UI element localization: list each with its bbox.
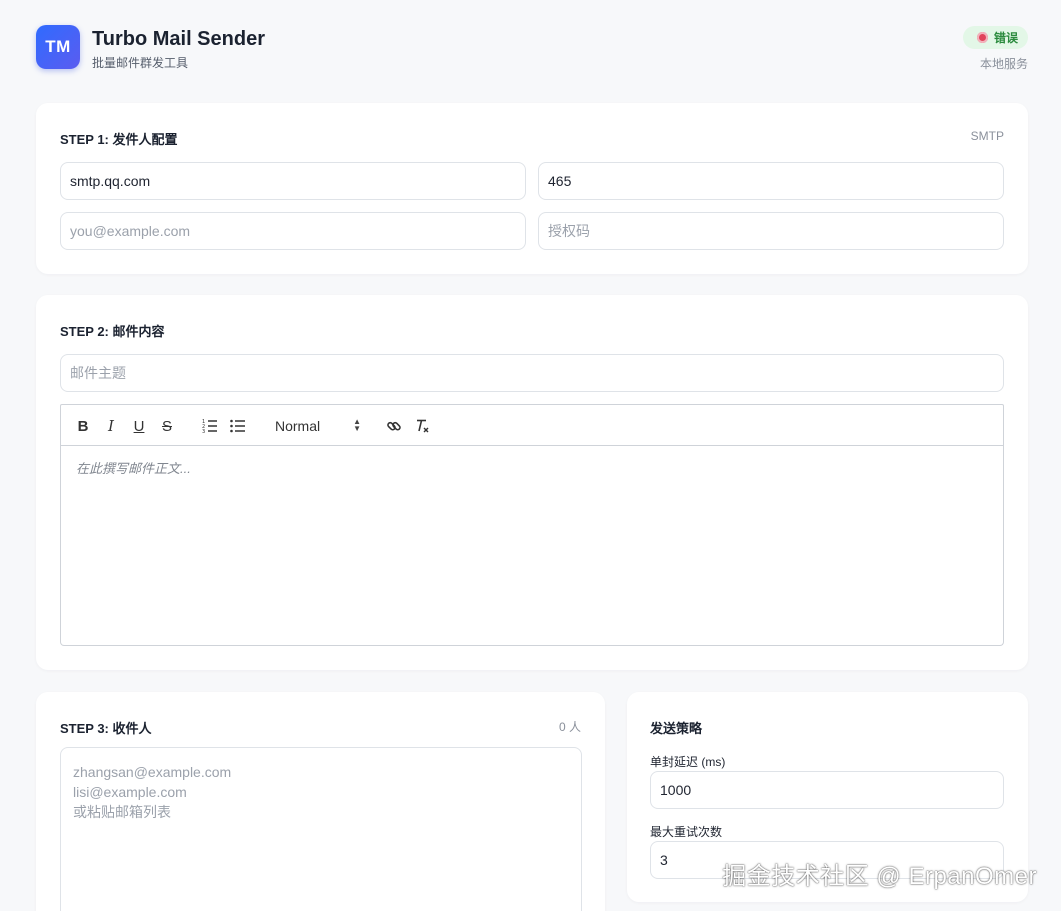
- recipient-count: 0 人: [558, 720, 581, 734]
- mail-content-card: STEP 2: 邮件内容 B I U S 1 2 3: [36, 295, 1028, 670]
- status-dot-icon: [976, 32, 988, 43]
- recipients-card: STEP 3: 收件人 0 人 zhangsan@example.com lis…: [36, 692, 605, 911]
- recipients-placeholder-line: 或粘贴邮箱列表: [73, 804, 171, 820]
- recipients-placeholder-line: lisi@example.com: [73, 784, 187, 800]
- select-arrows-icon: ▲ ▼: [353, 417, 361, 433]
- step1-meta: SMTP: [970, 129, 1004, 143]
- format-select[interactable]: Normal ▲ ▼: [275, 415, 361, 437]
- app-logo: TM: [36, 25, 80, 69]
- editor-toolbar: B I U S 1 2 3 Normal ▲ ▼: [60, 404, 1004, 446]
- status-label: 错误: [993, 31, 1018, 45]
- smtp-host-input[interactable]: [60, 162, 526, 200]
- strategy-title: 发送策略: [650, 721, 703, 736]
- format-select-value: Normal: [275, 418, 321, 434]
- recipients-placeholder-line: zhangsan@example.com: [73, 764, 232, 780]
- sender-config-card: STEP 1: 发件人配置 SMTP: [36, 103, 1028, 274]
- bullet-list-button[interactable]: [227, 415, 249, 437]
- app-subtitle: 批量邮件群发工具: [92, 56, 189, 70]
- status-badge: 错误: [962, 26, 1028, 49]
- bullet-list-icon: [230, 419, 245, 433]
- underline-button[interactable]: U: [128, 415, 150, 437]
- strikethrough-button[interactable]: S: [156, 415, 178, 437]
- service-label: 本地服务: [979, 57, 1028, 71]
- app-title: Turbo Mail Sender: [92, 28, 265, 50]
- bold-button[interactable]: B: [72, 415, 94, 437]
- subject-input[interactable]: [60, 354, 1004, 392]
- italic-button[interactable]: I: [100, 415, 122, 437]
- auth-code-input[interactable]: [538, 212, 1004, 250]
- step2-title: STEP 2: 邮件内容: [60, 324, 165, 339]
- clear-format-icon: [417, 419, 429, 433]
- mail-body-editor[interactable]: 在此撰写邮件正文...: [60, 446, 1004, 646]
- ordered-list-button[interactable]: 1 2 3: [199, 415, 221, 437]
- ordered-list-icon: 1 2 3: [202, 419, 217, 433]
- recipients-textarea[interactable]: zhangsan@example.com lisi@example.com 或粘…: [60, 747, 582, 911]
- retry-label: 最大重试次数: [650, 825, 723, 839]
- link-button[interactable]: [383, 415, 405, 437]
- app-header: TM Turbo Mail Sender 批量邮件群发工具 错误 本地服务: [36, 25, 1028, 85]
- svg-text:3: 3: [202, 429, 205, 433]
- editor-placeholder: 在此撰写邮件正文...: [76, 461, 191, 476]
- delay-input[interactable]: [650, 771, 1004, 809]
- step1-title: STEP 1: 发件人配置: [60, 132, 178, 147]
- delay-label: 单封延迟 (ms): [650, 755, 726, 769]
- step3-title: STEP 3: 收件人: [60, 721, 152, 736]
- sender-email-input[interactable]: [60, 212, 526, 250]
- clear-format-button[interactable]: [411, 415, 433, 437]
- watermark: 掘金技术社区 @ ErpanOmer: [722, 863, 1037, 890]
- smtp-port-input[interactable]: [538, 162, 1004, 200]
- link-icon: [387, 421, 401, 431]
